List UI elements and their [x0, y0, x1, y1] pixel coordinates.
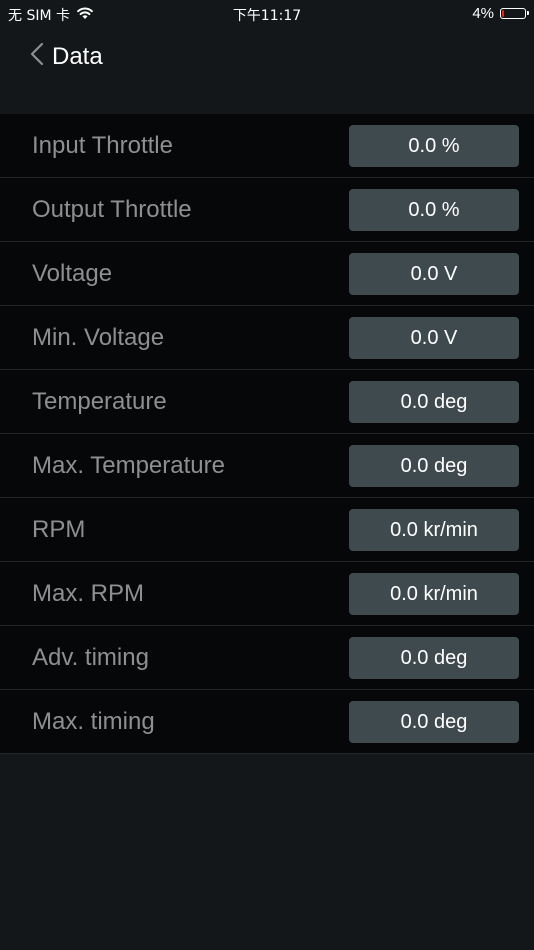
chevron-left-icon[interactable] — [30, 42, 44, 71]
row-value: 0.0 kr/min — [349, 573, 519, 615]
data-row-max-temperature: Max. Temperature 0.0 deg — [0, 434, 534, 498]
row-label: Max. timing — [32, 708, 155, 735]
row-value: 0.0 V — [349, 253, 519, 295]
data-row-max-timing: Max. timing 0.0 deg — [0, 690, 534, 754]
row-label: Min. Voltage — [32, 324, 165, 351]
row-label: Input Throttle — [32, 132, 173, 159]
page-title: Data — [52, 42, 103, 70]
battery-level-fill — [502, 10, 504, 17]
data-list: Input Throttle 0.0 % Output Throttle 0.0… — [0, 114, 534, 754]
row-label: Max. RPM — [32, 580, 145, 607]
row-label: Output Throttle — [32, 196, 192, 223]
row-label: Temperature — [32, 388, 167, 415]
data-row-min-voltage: Min. Voltage 0.0 V — [0, 306, 534, 370]
data-row-temperature: Temperature 0.0 deg — [0, 370, 534, 434]
row-value: 0.0 kr/min — [349, 509, 519, 551]
data-row-adv-timing: Adv. timing 0.0 deg — [0, 626, 534, 690]
navigation-bar: Data — [0, 28, 534, 114]
back-button[interactable]: Data — [30, 42, 103, 71]
row-value: 0.0 % — [349, 125, 519, 167]
row-value: 0.0 deg — [349, 381, 519, 423]
row-value: 0.0 deg — [349, 637, 519, 679]
row-value: 0.0 V — [349, 317, 519, 359]
battery-icon — [500, 8, 529, 19]
status-bar: 无 SIM 卡 下午11:17 4% — [0, 0, 534, 28]
row-value: 0.0 deg — [349, 445, 519, 487]
row-label: RPM — [32, 516, 86, 543]
data-row-input-throttle: Input Throttle 0.0 % — [0, 114, 534, 178]
row-value: 0.0 % — [349, 189, 519, 231]
row-label: Adv. timing — [32, 644, 149, 671]
status-time: 下午11:17 — [232, 8, 302, 24]
data-row-voltage: Voltage 0.0 V — [0, 242, 534, 306]
data-row-output-throttle: Output Throttle 0.0 % — [0, 178, 534, 242]
row-label: Voltage — [32, 260, 113, 287]
data-row-rpm: RPM 0.0 kr/min — [0, 498, 534, 562]
row-value: 0.0 deg — [349, 701, 519, 743]
data-row-max-rpm: Max. RPM 0.0 kr/min — [0, 562, 534, 626]
row-label: Max. Temperature — [32, 452, 225, 479]
status-right: 4% — [472, 5, 529, 22]
battery-percent: 4% — [472, 5, 494, 22]
